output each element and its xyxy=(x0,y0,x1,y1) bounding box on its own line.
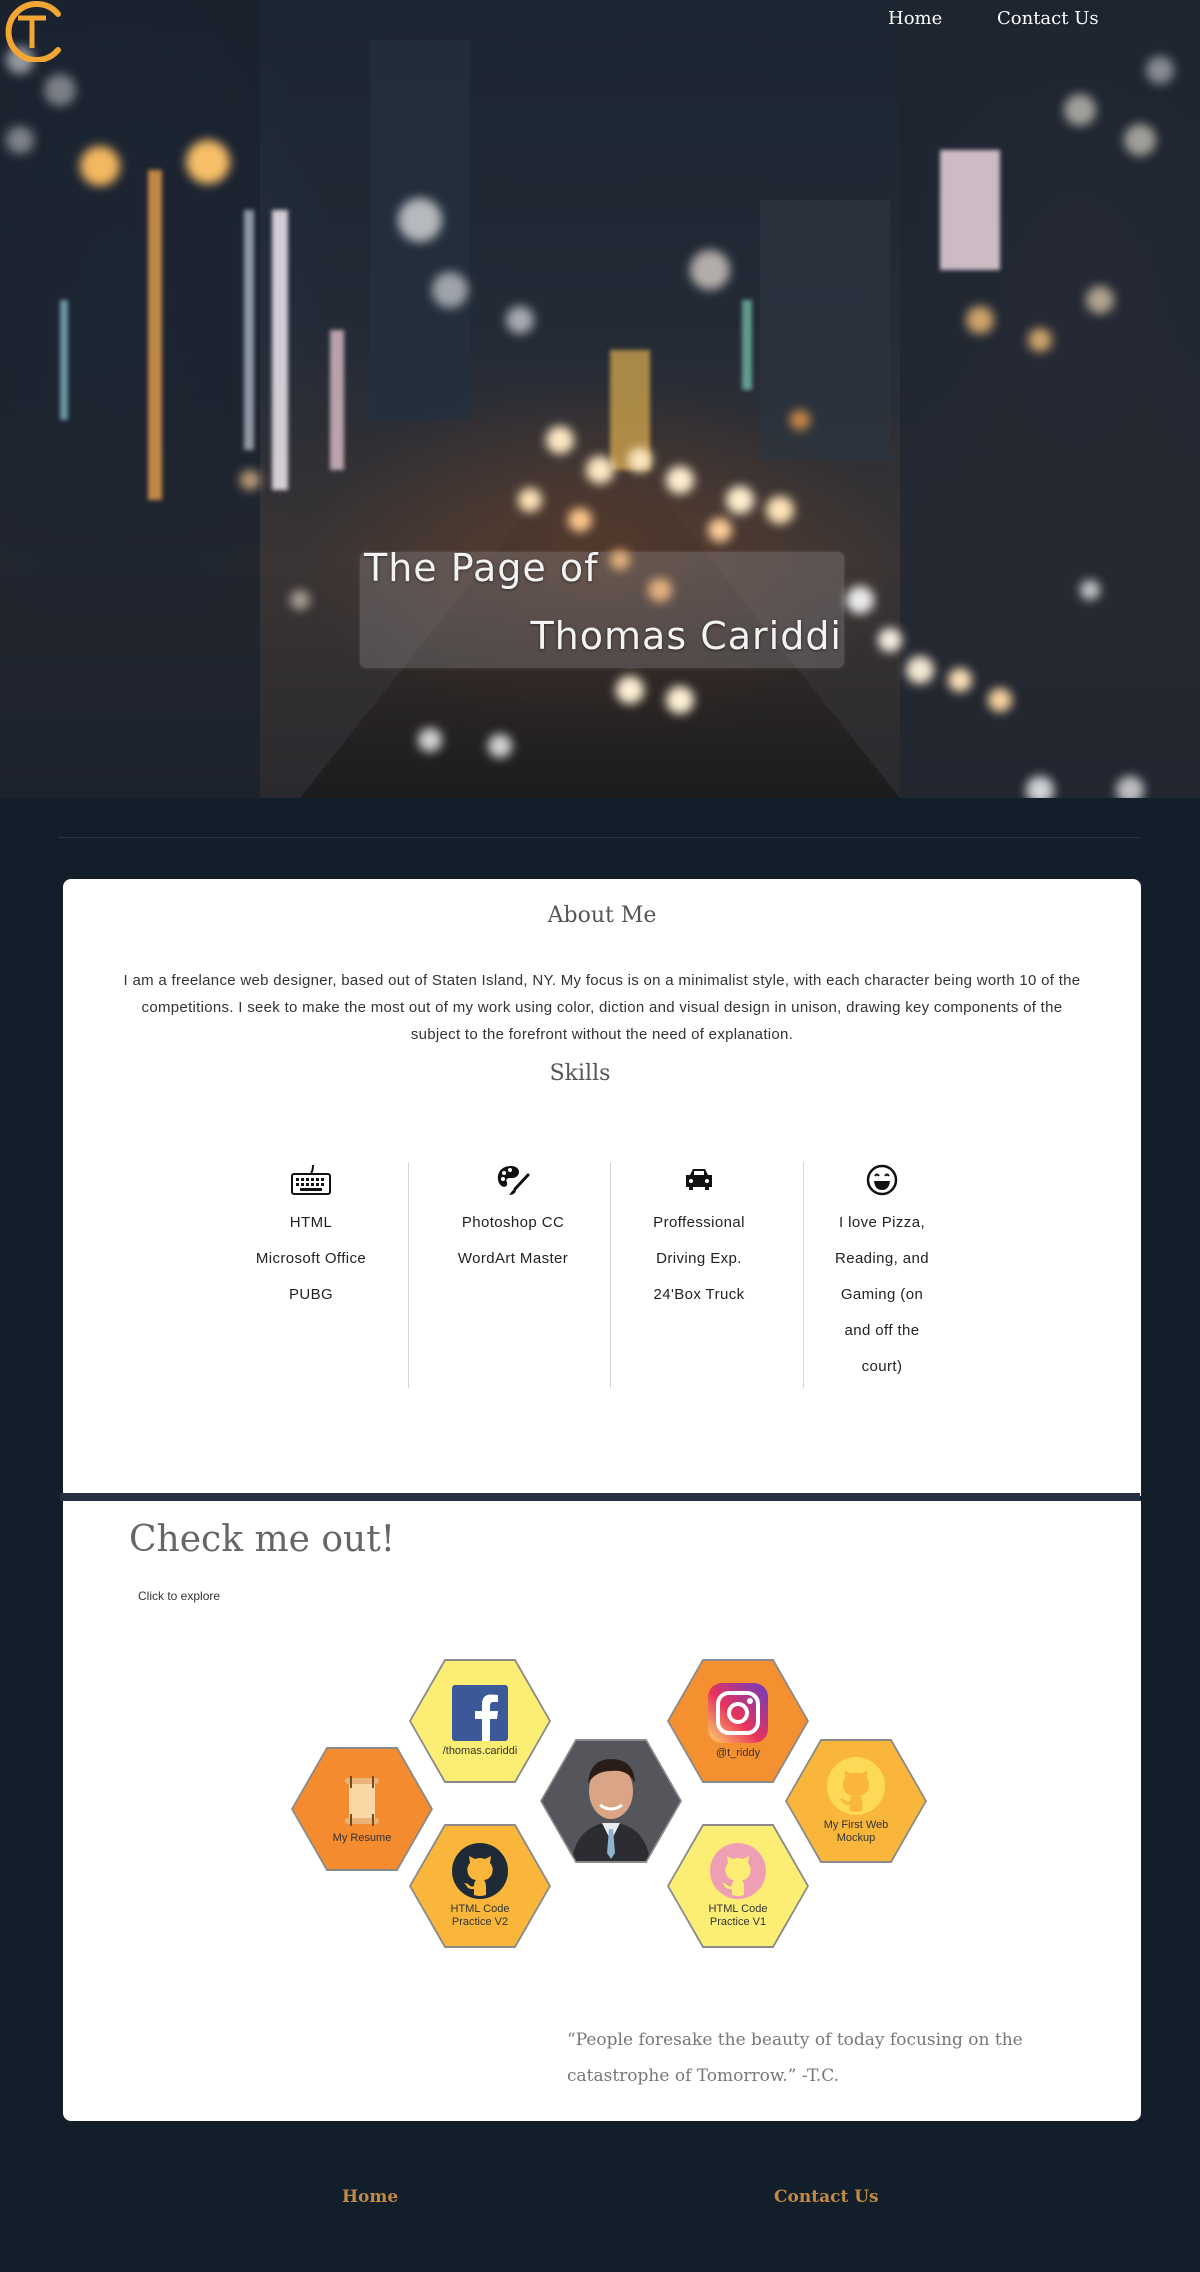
check-subtitle: Click to explore xyxy=(138,1589,221,1603)
footer-contact-link[interactable]: Contact Us xyxy=(774,2187,879,2207)
skill-text: I love Pizza, xyxy=(838,1214,926,1231)
profile-photo-tile xyxy=(540,1739,682,1863)
hero-title-line2: Thomas Cariddi xyxy=(530,614,842,658)
quote-text: “People foresake the beauty of today foc… xyxy=(567,2030,1023,2086)
skill-text: Driving Exp. xyxy=(656,1250,742,1267)
skill-text: HTML xyxy=(289,1214,333,1231)
instagram-icon xyxy=(708,1682,768,1743)
skill-text: and off the xyxy=(844,1322,920,1339)
skills-heading: Skills xyxy=(549,1061,611,1086)
skill-column-1: HTML Microsoft Office PUBG xyxy=(231,1163,391,1313)
skill-text: Photoshop CC xyxy=(461,1214,565,1231)
skill-text: court) xyxy=(861,1358,903,1375)
skill-text: Proffessional xyxy=(653,1214,745,1231)
facebook-tile[interactable]: /thomas.cariddi xyxy=(409,1659,551,1783)
tc-logo-icon[interactable] xyxy=(0,0,66,62)
car-icon xyxy=(686,1169,712,1190)
skill-text: Microsoft Office xyxy=(255,1250,367,1267)
tile-caption: HTML Code Practice V2 xyxy=(450,1903,510,1928)
skill-text: 24'Box Truck xyxy=(653,1286,745,1303)
github-practice-v1-tile[interactable]: HTML Code Practice V1 xyxy=(667,1824,809,1948)
skill-text: WordArt Master xyxy=(457,1250,569,1267)
resume-scroll-icon xyxy=(345,1775,379,1826)
tile-caption: My First Web Mockup xyxy=(823,1819,889,1844)
skill-text: Reading, and xyxy=(834,1250,930,1267)
about-text: I am a freelance web designer, based out… xyxy=(123,972,1081,1043)
github-first-mockup-tile[interactable]: My First Web Mockup xyxy=(785,1739,927,1863)
skill-column-3: Proffessional Driving Exp. 24'Box Truck xyxy=(619,1163,779,1313)
tile-caption: My Resume xyxy=(332,1831,392,1844)
github-icon xyxy=(827,1757,885,1815)
resume-tile[interactable]: My Resume xyxy=(291,1747,433,1871)
skill-text: PUBG xyxy=(288,1286,334,1303)
about-heading: About Me xyxy=(547,903,657,928)
skill-separator xyxy=(408,1162,409,1388)
about-card: About Me I am a freelance web designer, … xyxy=(63,879,1141,1496)
hero-title-line1: The Page of xyxy=(364,546,599,590)
tile-caption: HTML Code Practice V1 xyxy=(708,1903,768,1928)
hero-banner: Home Contact Us The Page of Thomas Carid… xyxy=(0,0,1200,798)
profile-photo xyxy=(542,1741,680,1861)
check-me-out-card: Check me out! Click to explore My Resume… xyxy=(63,1501,1141,2121)
tile-caption: @t_riddy xyxy=(715,1746,761,1759)
github-practice-v2-tile[interactable]: HTML Code Practice V2 xyxy=(409,1824,551,1948)
laughing-face-icon xyxy=(866,1164,898,1196)
facebook-icon xyxy=(452,1684,508,1741)
skill-separator xyxy=(803,1162,804,1388)
skill-column-2: Photoshop CC WordArt Master xyxy=(433,1163,593,1277)
github-icon xyxy=(452,1843,508,1899)
city-bokeh-background xyxy=(0,0,1200,798)
section-divider xyxy=(58,837,1140,838)
tile-caption: /thomas.cariddi xyxy=(442,1744,518,1757)
skill-column-4: I love Pizza, Reading, and Gaming (on an… xyxy=(811,1163,953,1385)
section-band xyxy=(60,1493,1140,1501)
footer-home-link[interactable]: Home xyxy=(342,2187,398,2207)
palette-icon xyxy=(497,1166,530,1195)
github-icon xyxy=(710,1843,766,1899)
skill-separator xyxy=(610,1162,611,1388)
nav-home-link[interactable]: Home xyxy=(888,8,942,29)
skill-text: Gaming (on xyxy=(840,1286,924,1303)
nav-contact-link[interactable]: Contact Us xyxy=(997,8,1099,29)
check-title: Check me out! xyxy=(129,1519,396,1560)
keyboard-icon xyxy=(291,1164,331,1195)
instagram-tile[interactable]: @t_riddy xyxy=(667,1659,809,1783)
